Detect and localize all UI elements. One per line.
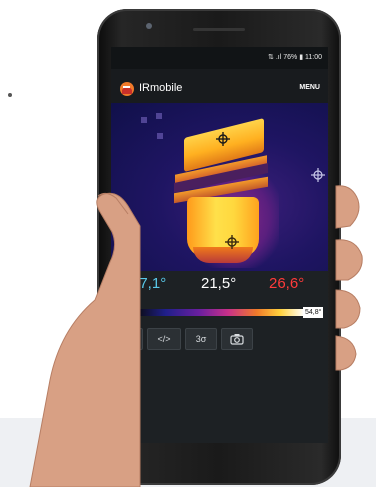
max-point-cursor-icon[interactable]	[216, 132, 230, 146]
app-title: IRmobile	[139, 82, 183, 94]
cold-spot-mark	[141, 117, 147, 123]
toolbar: Man. </> 3σ	[111, 328, 328, 352]
status-text: ⇅ .ıl 76% ▮ 11:00	[268, 54, 322, 61]
cold-spot-mark	[157, 133, 163, 139]
camera-button[interactable]	[221, 328, 253, 350]
code-button[interactable]: </>	[147, 328, 181, 350]
dot-marker	[8, 93, 12, 97]
status-bar: ⇅ .ıl 76% ▮ 11:00	[111, 47, 328, 69]
min-temperature: 17,1°	[131, 275, 167, 292]
camera-icon	[230, 334, 244, 345]
sigma-button[interactable]: 3σ	[185, 328, 217, 350]
thermal-image[interactable]	[111, 103, 328, 271]
hot-object-base	[193, 247, 253, 263]
max-temperature: 26,6°	[269, 275, 305, 292]
manual-range-button[interactable]: Man.	[115, 328, 143, 350]
scale-high-label[interactable]: 54,8°	[303, 307, 324, 318]
phone-screen: ⇅ .ıl 76% ▮ 11:00 IRmobile MENU 17,1° 21…	[111, 47, 328, 443]
cold-spot-mark	[156, 113, 162, 119]
phone: ⇅ .ıl 76% ▮ 11:00 IRmobile MENU 17,1° 21…	[97, 9, 341, 485]
speaker-grille	[193, 28, 245, 31]
app-logo-icon	[120, 82, 134, 96]
empty-panel	[111, 357, 328, 443]
menu-button[interactable]: MENU	[299, 84, 320, 91]
center-temperature: 21,5°	[201, 275, 237, 292]
temperature-readouts: 17,1° 21,5° 26,6°	[111, 271, 328, 301]
min-point-cursor-icon[interactable]	[311, 168, 325, 182]
temperature-scale: 21,1° 54,8°	[111, 303, 328, 323]
front-camera-icon	[146, 23, 152, 29]
app-bar: IRmobile MENU	[111, 69, 328, 103]
color-palette-bar[interactable]	[135, 309, 304, 316]
scale-low-label[interactable]: 21,1°	[112, 307, 133, 318]
center-cursor-icon[interactable]	[225, 235, 239, 249]
